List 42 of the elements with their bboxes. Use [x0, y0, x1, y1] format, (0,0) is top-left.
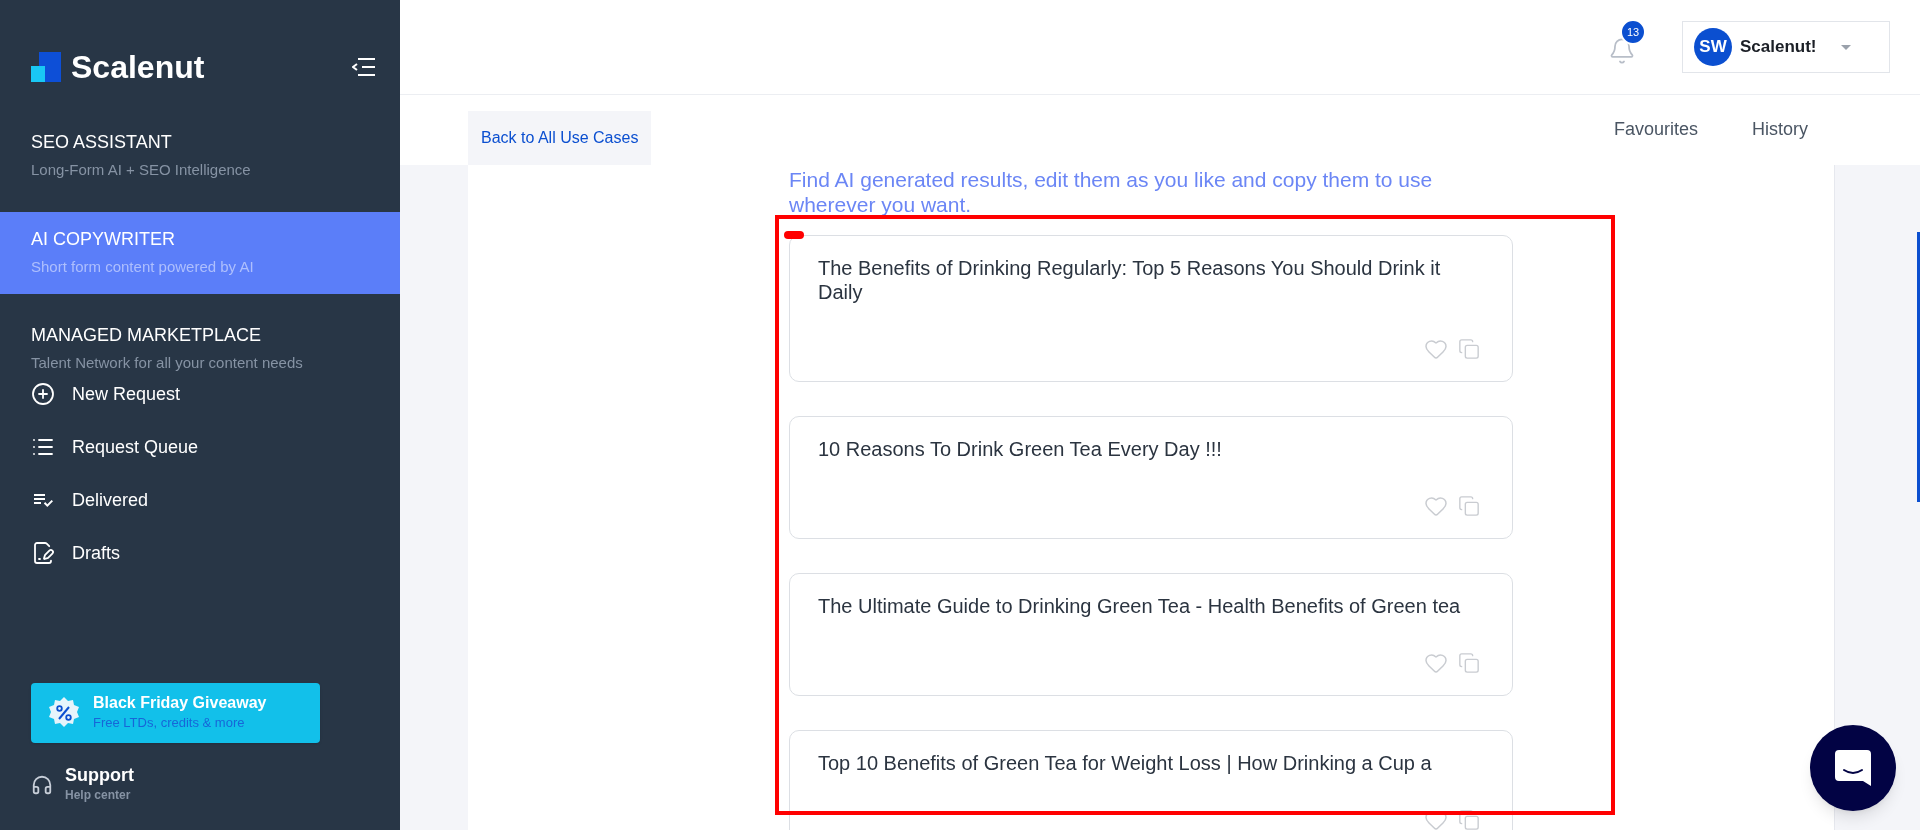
promo-subtitle: Free LTDs, credits & more	[93, 714, 246, 733]
scrollbar-thumb[interactable]	[1917, 232, 1920, 502]
section-title: AI COPYWRITER	[31, 227, 176, 251]
result-text: Top 10 Benefits of Green Tea for Weight Loss | How Drinking a Cup a	[818, 751, 1433, 775]
sidebar-section[interactable]: AI COPYWRITER Short form content powered by AI	[0, 211, 400, 294]
result-text: The Benefits of Drinking Regularly: Top 5 Reasons You Should Drink it Daily	[818, 256, 1442, 304]
intro-text: Find AI generated results, edit them as you like and copy them to use wherever you want.	[789, 167, 1434, 217]
plus-circle-icon	[31, 382, 55, 406]
sidebar-item[interactable]: New Request	[31, 380, 369, 408]
headset-icon	[31, 773, 53, 796]
tab[interactable]: Favourites	[1613, 115, 1698, 145]
sidebar-item[interactable]: Delivered	[31, 486, 369, 514]
discount-badge-icon	[47, 696, 81, 730]
result-text: 10 Reasons To Drink Green Tea Every Day !!!	[818, 437, 1223, 461]
highlight-mark	[784, 231, 804, 239]
support-subtitle: Help center	[65, 787, 132, 804]
sidebar-section[interactable]: SEO ASSISTANT Long-Form AI + SEO Intelligence	[0, 115, 400, 198]
section-subtitle: Talent Network for all your content needs	[31, 353, 304, 373]
logo-icon	[31, 51, 61, 82]
section-subtitle: Long-Form AI + SEO Intelligence	[31, 160, 252, 180]
result-card[interactable]: Top 10 Benefits of Green Tea for Weight Loss | How Drinking a Cup a	[789, 730, 1513, 830]
result-text: The Ultimate Guide to Drinking Green Tea - Health Benefits of Green tea	[818, 594, 1462, 618]
tab[interactable]: History	[1752, 115, 1808, 145]
section-title: SEO ASSISTANT	[31, 131, 173, 154]
user-avatar: SW	[1694, 28, 1732, 66]
section-title: MANAGED MARKETPLACE	[31, 324, 263, 347]
notification-bell-icon[interactable]	[1608, 37, 1636, 65]
back-link[interactable]: Back to All Use Cases	[468, 111, 652, 165]
copy-icon[interactable]	[1458, 808, 1480, 830]
notification-count: 13	[1620, 19, 1646, 45]
user-menu[interactable]: SW Scalenut!	[1682, 21, 1890, 73]
section-subtitle: Short form content powered by AI	[31, 256, 255, 277]
chat-bubble-icon	[1833, 748, 1873, 788]
promo-title: Black Friday Giveaway	[93, 693, 267, 714]
collapse-menu-icon[interactable]	[352, 56, 376, 77]
caret-icon	[1840, 44, 1851, 50]
sidebar-item[interactable]: Request Queue	[31, 433, 369, 461]
logo-text: Scalenut	[71, 47, 205, 87]
sidebar-item[interactable]: Drafts	[31, 539, 369, 567]
support-link[interactable]: Support	[65, 765, 134, 786]
edit-document-icon	[31, 541, 55, 565]
user-name: Scalenut!	[1740, 36, 1817, 59]
